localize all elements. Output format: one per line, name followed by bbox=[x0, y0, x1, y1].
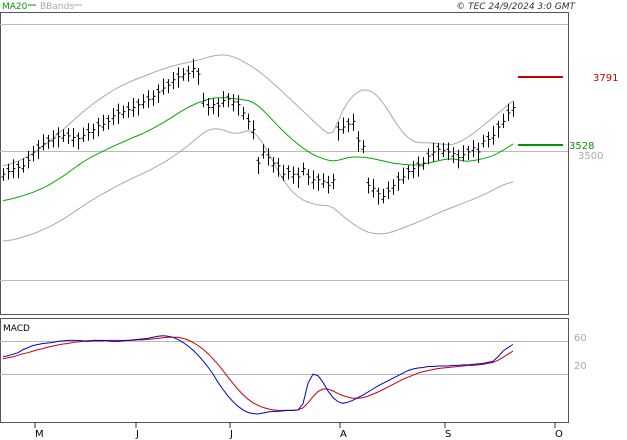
price-panel-frame bbox=[0, 12, 569, 315]
copyright-text: © TEC 24/9/2024 3:0 GMT bbox=[456, 2, 576, 12]
bbands-legend-label: BBands bbox=[40, 2, 74, 12]
month-label-may: M bbox=[35, 429, 44, 440]
resistance-label: 3791 bbox=[593, 73, 618, 84]
macd-tick-60: 60 bbox=[574, 333, 587, 344]
month-label-jul: J bbox=[229, 429, 233, 440]
month-label-jun: J bbox=[135, 429, 139, 440]
month-label-oct: O bbox=[555, 429, 563, 440]
chart-root: MA20 BBands © TEC 24/9/2024 3:0 GMT 3791… bbox=[0, 2, 618, 440]
month-axis: M J J A S O bbox=[34, 422, 563, 440]
macd-title: MACD bbox=[3, 324, 30, 334]
macd-tick-20: 20 bbox=[574, 361, 587, 372]
ma-legend-label: MA20 bbox=[2, 2, 28, 12]
month-label-sep: S bbox=[445, 429, 451, 440]
price-axis-tick-3500: 3500 bbox=[578, 151, 603, 162]
macd-panel-frame bbox=[0, 318, 569, 423]
month-label-aug: A bbox=[340, 429, 347, 440]
